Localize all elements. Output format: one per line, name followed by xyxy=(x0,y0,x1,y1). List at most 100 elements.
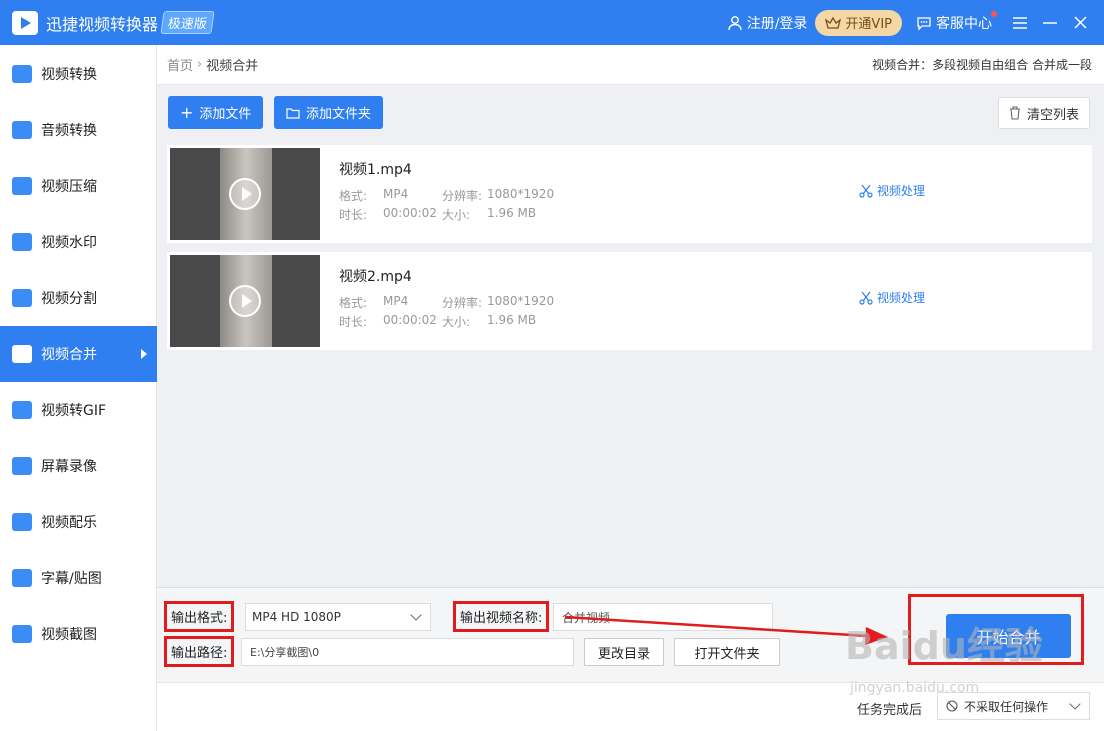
active-arrow-icon xyxy=(141,349,147,359)
output-path-input[interactable]: E:\分享截图\0 xyxy=(241,638,574,666)
after-task-select[interactable]: 不采取任何操作 xyxy=(937,692,1090,720)
app-title: 迅捷视频转换器 xyxy=(46,14,159,34)
file-row[interactable]: 视频2.mp4 格式: MP4 分辨率: 1080*1920 时长: 00:00… xyxy=(167,252,1092,350)
sidebar-item-subtitle[interactable]: 字幕/贴图 xyxy=(0,550,157,606)
video-process-button[interactable]: 视频处理 xyxy=(859,182,925,199)
subtitle-icon xyxy=(12,569,32,587)
chat-icon xyxy=(917,16,931,31)
add-file-button[interactable]: + 添加文件 xyxy=(168,96,264,129)
screen-record-icon xyxy=(12,457,32,475)
baidu-watermark: Baidu经验 xyxy=(845,624,1043,668)
sidebar: 视频转换 音频转换 视频压缩 视频水印 视频分割 视频合并 视频转GIF 屏幕录… xyxy=(0,45,157,731)
add-folder-button[interactable]: 添加文件夹 xyxy=(274,96,384,129)
resolution-label: 分辨率: xyxy=(442,296,483,310)
close-icon xyxy=(1073,16,1087,29)
video-thumbnail[interactable] xyxy=(170,148,320,240)
sidebar-item-video-gif[interactable]: 视频转GIF xyxy=(0,382,157,438)
menu-icon xyxy=(1013,16,1027,29)
vip-label: 开通VIP xyxy=(845,17,892,32)
output-path-label: 输出路径: xyxy=(164,636,235,667)
sidebar-item-label: 视频截图 xyxy=(41,627,97,643)
clear-list-label: 清空列表 xyxy=(1026,107,1079,123)
chevron-down-icon xyxy=(410,609,422,621)
add-file-label: 添加文件 xyxy=(199,107,252,122)
video-process-label: 视频处理 xyxy=(877,291,926,305)
output-format-label: 输出格式: xyxy=(164,601,235,632)
file-row[interactable]: 视频1.mp4 格式: MP4 分辨率: 1080*1920 时长: 00:00… xyxy=(167,145,1092,243)
duration-label: 时长: xyxy=(339,315,368,329)
chevron-down-icon xyxy=(1069,698,1081,710)
duration-value: 00:00:02 xyxy=(383,206,437,220)
vip-button[interactable]: 开通VIP xyxy=(815,9,902,36)
change-dir-button[interactable]: 更改目录 xyxy=(584,638,664,666)
music-icon xyxy=(12,513,32,531)
format-label: 格式: xyxy=(339,296,368,310)
video-process-button[interactable]: 视频处理 xyxy=(859,289,925,306)
sidebar-item-label: 视频转GIF xyxy=(41,403,107,419)
menu-button[interactable] xyxy=(1006,9,1034,37)
service-button[interactable]: 客服中心 xyxy=(916,10,997,33)
output-name-input[interactable]: 合并视频 xyxy=(553,603,773,631)
breadcrumb-separator-icon: › xyxy=(197,57,203,72)
open-folder-button[interactable]: 打开文件夹 xyxy=(674,638,780,666)
gif-icon xyxy=(12,401,32,419)
sidebar-item-video-watermark[interactable]: 视频水印 xyxy=(0,214,157,270)
video-thumbnail[interactable] xyxy=(170,255,320,347)
open-folder-label: 打开文件夹 xyxy=(694,646,760,662)
sidebar-item-screenshot[interactable]: 视频截图 xyxy=(0,606,157,662)
sidebar-item-video-split[interactable]: 视频分割 xyxy=(0,270,157,326)
breadcrumb-current: 视频合并 xyxy=(206,59,259,74)
trash-icon xyxy=(1009,106,1020,120)
app-logo-icon xyxy=(12,10,38,35)
sidebar-item-audio-convert[interactable]: 音频转换 xyxy=(0,102,157,158)
video-split-icon xyxy=(12,289,32,307)
plus-icon: + xyxy=(180,103,194,122)
after-task-value: 不采取任何操作 xyxy=(964,699,1049,714)
video-compress-icon xyxy=(12,177,32,195)
output-name-label: 输出视频名称: xyxy=(453,601,550,632)
sidebar-item-label: 视频合并 xyxy=(41,347,97,363)
crown-icon xyxy=(825,16,842,29)
after-task-label: 任务完成后 xyxy=(857,703,923,718)
login-label: 注册/登录 xyxy=(746,15,808,32)
play-icon[interactable] xyxy=(229,285,261,317)
output-format-select[interactable]: MP4 HD 1080P xyxy=(245,603,431,631)
format-value: MP4 xyxy=(383,187,409,201)
play-icon[interactable] xyxy=(229,178,261,210)
baidu-watermark-url: jingyan.baidu.com xyxy=(850,680,980,696)
format-label: 格式: xyxy=(339,189,368,203)
sidebar-item-video-compress[interactable]: 视频压缩 xyxy=(0,158,157,214)
minimize-button[interactable] xyxy=(1036,9,1064,37)
login-button[interactable]: 注册/登录 xyxy=(727,13,808,33)
sidebar-item-label: 视频水印 xyxy=(41,235,97,251)
clear-list-button[interactable]: 清空列表 xyxy=(997,97,1090,129)
sidebar-item-label: 视频配乐 xyxy=(41,515,97,531)
minimize-icon xyxy=(1043,21,1057,24)
resolution-value: 1080*1920 xyxy=(487,294,555,308)
size-value: 1.96 MB xyxy=(487,313,537,327)
close-button[interactable] xyxy=(1066,9,1094,37)
output-name-value: 合并视频 xyxy=(562,610,611,625)
notification-dot xyxy=(991,10,997,17)
sidebar-item-screen-record[interactable]: 屏幕录像 xyxy=(0,438,157,494)
feature-description: 视频合并：多段视频自由组合 合并成一段 xyxy=(872,58,1092,72)
user-icon xyxy=(728,15,742,30)
breadcrumb-home[interactable]: 首页 xyxy=(167,55,193,74)
file-name: 视频1.mp4 xyxy=(339,162,412,178)
service-label: 客服中心 xyxy=(936,15,992,32)
video-convert-icon xyxy=(12,65,32,83)
change-dir-label: 更改目录 xyxy=(597,646,650,662)
size-label: 大小: xyxy=(442,208,471,222)
sidebar-item-label: 音频转换 xyxy=(41,123,97,139)
sidebar-item-video-convert[interactable]: 视频转换 xyxy=(0,46,157,102)
sidebar-item-label: 屏幕录像 xyxy=(41,459,97,475)
ban-icon xyxy=(946,700,958,712)
sidebar-item-video-music[interactable]: 视频配乐 xyxy=(0,494,157,550)
size-label: 大小: xyxy=(442,315,471,329)
output-format-value: MP4 HD 1080P xyxy=(252,610,341,624)
sidebar-item-label: 视频分割 xyxy=(41,291,97,307)
sidebar-item-label: 视频转换 xyxy=(41,67,97,83)
sidebar-item-video-merge[interactable]: 视频合并 xyxy=(0,326,157,382)
file-name: 视频2.mp4 xyxy=(339,269,412,285)
resolution-label: 分辨率: xyxy=(442,189,483,203)
